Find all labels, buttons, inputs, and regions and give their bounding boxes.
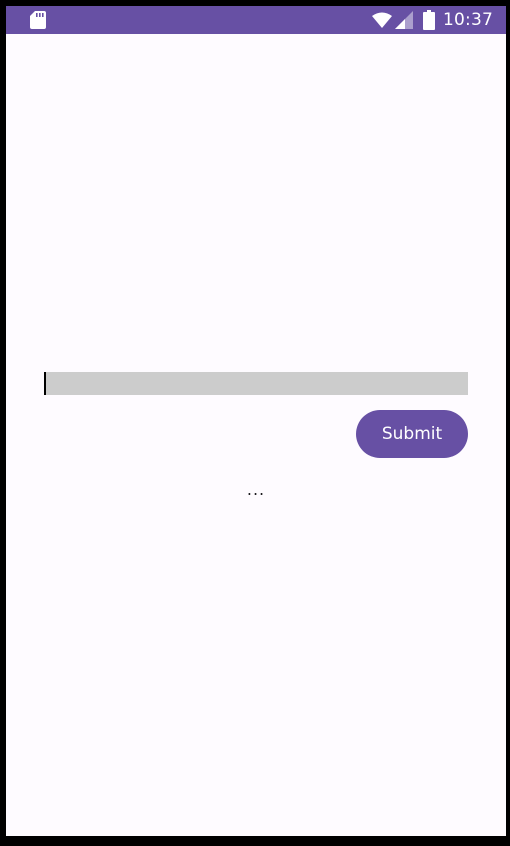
wifi-icon	[372, 12, 392, 28]
text-input-field[interactable]	[44, 372, 468, 395]
status-bar-time: 10:37	[443, 10, 493, 30]
status-bar: 10:37	[6, 6, 506, 34]
battery-icon	[423, 10, 435, 30]
app-screen: 10:37 Submit ...	[6, 6, 506, 836]
cell-signal-icon	[395, 11, 413, 29]
result-text: ...	[246, 480, 266, 499]
sd-card-icon	[30, 11, 46, 29]
submit-button[interactable]: Submit	[356, 410, 468, 458]
